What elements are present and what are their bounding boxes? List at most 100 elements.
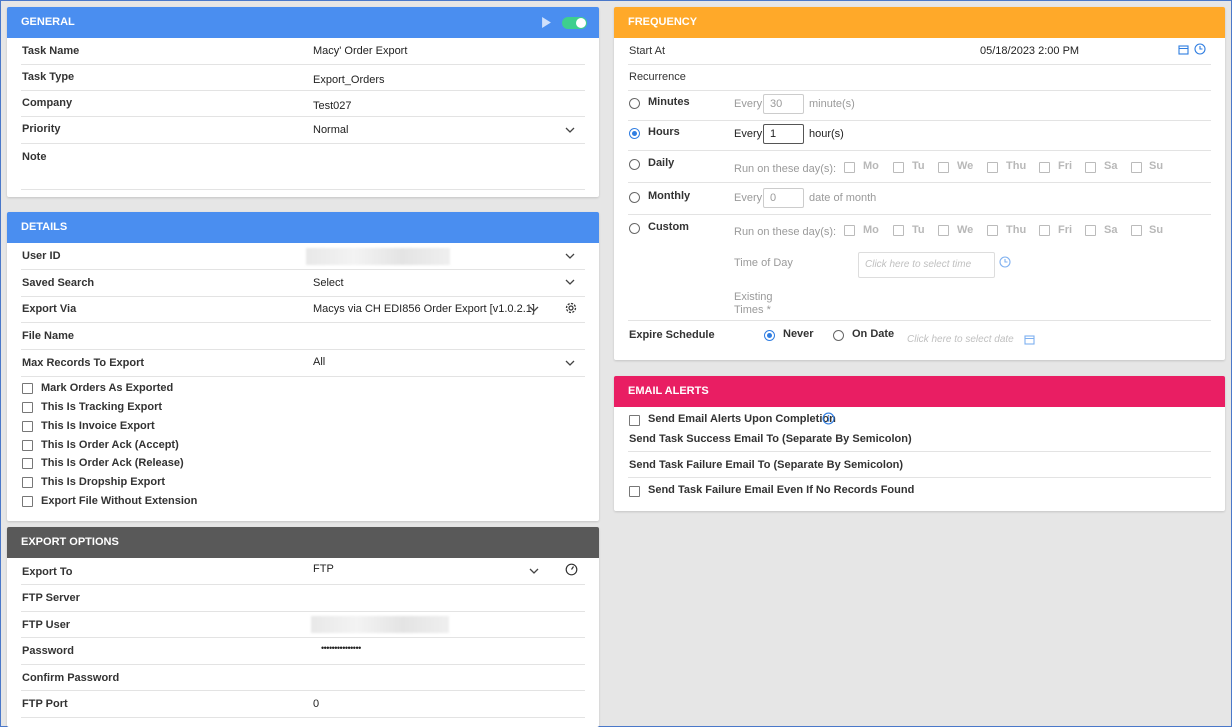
custom-day-fri[interactable]	[1039, 225, 1050, 236]
max-records-row[interactable]: Max Records To Export All	[21, 350, 585, 377]
clock-icon[interactable]	[1194, 43, 1206, 55]
start-at-value[interactable]: 05/18/2023 2:00 PM	[980, 45, 1079, 57]
monthly-input[interactable]: 0	[763, 188, 804, 208]
saved-search-row[interactable]: Saved Search Select	[21, 270, 585, 297]
task-type-value[interactable]: Export_Orders	[313, 74, 385, 86]
company-value[interactable]: Test027	[313, 100, 352, 112]
priority-row[interactable]: Priority Normal	[21, 117, 585, 144]
time-of-day-input[interactable]: Click here to select time	[858, 252, 995, 278]
custom-day-tu[interactable]	[893, 225, 904, 236]
daily-radio[interactable]	[629, 159, 640, 170]
confirm-password-row[interactable]: Confirm Password	[21, 665, 585, 691]
company-label: Company	[22, 97, 73, 109]
daily-day-tu[interactable]	[893, 162, 904, 173]
calendar-icon[interactable]	[1024, 334, 1035, 345]
test-connection-icon[interactable]	[565, 563, 578, 576]
chevron-down-icon[interactable]	[529, 304, 539, 314]
password-row[interactable]: Password •••••••••••••••	[21, 638, 585, 665]
email-alerts-title: EMAIL ALERTS	[628, 385, 709, 397]
daily-day-fri[interactable]	[1039, 162, 1050, 173]
daily-day-mo[interactable]	[844, 162, 855, 173]
ftp-user-label: FTP User	[22, 619, 71, 631]
custom-day-su[interactable]	[1131, 225, 1142, 236]
failure-email-row[interactable]: Send Task Failure Email To (Separate By …	[628, 452, 1211, 478]
custom-day-mo[interactable]	[844, 225, 855, 236]
custom-radio[interactable]	[629, 223, 640, 234]
saved-search-value[interactable]: Select	[313, 277, 344, 289]
hours-input[interactable]: 1	[763, 124, 804, 144]
monthly-unit: date of month	[809, 192, 877, 204]
export-to-value[interactable]: FTP	[313, 563, 334, 575]
gear-icon[interactable]	[564, 301, 578, 315]
failure-no-records-checkbox[interactable]: Send Task Failure Email Even If No Recor…	[629, 484, 949, 502]
confirm-password-label: Confirm Password	[22, 672, 120, 684]
file-name-row[interactable]: File Name	[21, 323, 585, 350]
ftp-port-value[interactable]: 0	[313, 698, 319, 710]
daily-day-sa-label: Sa	[1104, 160, 1118, 172]
monthly-radio[interactable]	[629, 192, 640, 203]
ftp-server-row[interactable]: FTP Server	[21, 585, 585, 612]
custom-label: Custom	[648, 221, 689, 233]
custom-day-thu-label: Thu	[1006, 224, 1027, 236]
existing-times-label: Existing Times *	[734, 291, 773, 316]
chevron-down-icon[interactable]	[565, 277, 575, 287]
checkbox-order-ack-accept[interactable]: This Is Order Ack (Accept)	[22, 437, 322, 455]
ftp-user-row[interactable]: FTP User	[21, 612, 585, 638]
export-via-value[interactable]: Macys via CH EDI856 Order Export [v1.0.2…	[313, 303, 535, 315]
task-name-value[interactable]: Macy' Order Export	[313, 45, 407, 57]
custom-day-we-label: We	[957, 224, 974, 236]
checkbox-without-extension[interactable]: Export File Without Extension	[22, 493, 322, 511]
success-email-row[interactable]: Send Task Success Email To (Separate By …	[628, 431, 1211, 452]
details-panel: DETAILS User ID Saved Search Select Expo…	[7, 212, 599, 521]
checkbox-invoice-export[interactable]: This Is Invoice Export	[22, 418, 322, 436]
daily-run-on-label: Run on these day(s):	[734, 163, 837, 175]
export-options-panel: EXPORT OPTIONS Export To FTP FTP Server …	[7, 527, 599, 727]
export-to-row[interactable]: Export To FTP	[21, 558, 585, 585]
password-value[interactable]: •••••••••••••••	[321, 643, 361, 653]
info-icon[interactable]	[822, 412, 835, 425]
play-icon[interactable]	[541, 17, 552, 28]
export-via-row[interactable]: Export Via Macys via CH EDI856 Order Exp…	[21, 297, 585, 323]
send-upon-completion-checkbox[interactable]: Send Email Alerts Upon Completion	[629, 413, 889, 431]
export-options-header: EXPORT OPTIONS	[7, 527, 599, 558]
clock-icon[interactable]	[999, 256, 1011, 268]
custom-day-we[interactable]	[938, 225, 949, 236]
chevron-down-icon[interactable]	[565, 125, 575, 135]
chevron-down-icon[interactable]	[565, 358, 575, 368]
checkbox-order-ack-release[interactable]: This Is Order Ack (Release)	[22, 455, 322, 473]
note-row[interactable]: Note	[21, 144, 585, 190]
daily-day-su[interactable]	[1131, 162, 1142, 173]
never-radio[interactable]	[764, 330, 775, 341]
expire-date-input[interactable]: Click here to select date	[907, 334, 1014, 345]
expire-schedule-row: Expire Schedule Never On Date Click here…	[628, 321, 1211, 353]
custom-day-sa[interactable]	[1085, 225, 1096, 236]
enabled-toggle[interactable]	[562, 17, 587, 29]
daily-day-sa[interactable]	[1085, 162, 1096, 173]
never-label: Never	[783, 328, 814, 340]
minutes-unit: minute(s)	[809, 98, 855, 110]
failure-no-records-label: Send Task Failure Email Even If No Recor…	[648, 484, 915, 496]
minutes-input[interactable]: 30	[763, 94, 804, 114]
daily-day-we[interactable]	[938, 162, 949, 173]
chevron-down-icon[interactable]	[565, 251, 575, 261]
start-at-row[interactable]: Start At 05/18/2023 2:00 PM	[628, 38, 1211, 65]
checkbox-tracking-export[interactable]: This Is Tracking Export	[22, 399, 322, 417]
hours-radio[interactable]	[629, 128, 640, 139]
checkbox-mark-orders-exported[interactable]: Mark Orders As Exported	[22, 380, 322, 398]
daily-day-we-label: We	[957, 160, 974, 172]
minutes-radio[interactable]	[629, 98, 640, 109]
priority-value[interactable]: Normal	[313, 124, 348, 136]
custom-day-thu[interactable]	[987, 225, 998, 236]
on-date-radio[interactable]	[833, 330, 844, 341]
chevron-down-icon[interactable]	[529, 566, 539, 576]
max-records-value[interactable]: All	[313, 356, 325, 368]
daily-day-thu[interactable]	[987, 162, 998, 173]
expire-schedule-label: Expire Schedule	[629, 329, 715, 341]
general-header: GENERAL	[7, 7, 599, 38]
details-header: DETAILS	[7, 212, 599, 243]
checkbox-dropship-export[interactable]: This Is Dropship Export	[22, 474, 322, 492]
calendar-icon[interactable]	[1178, 44, 1189, 55]
ftp-port-row[interactable]: FTP Port 0	[21, 691, 585, 718]
user-id-row[interactable]: User ID	[21, 243, 585, 270]
monthly-row: Monthly Every 0 date of month	[628, 183, 1211, 215]
